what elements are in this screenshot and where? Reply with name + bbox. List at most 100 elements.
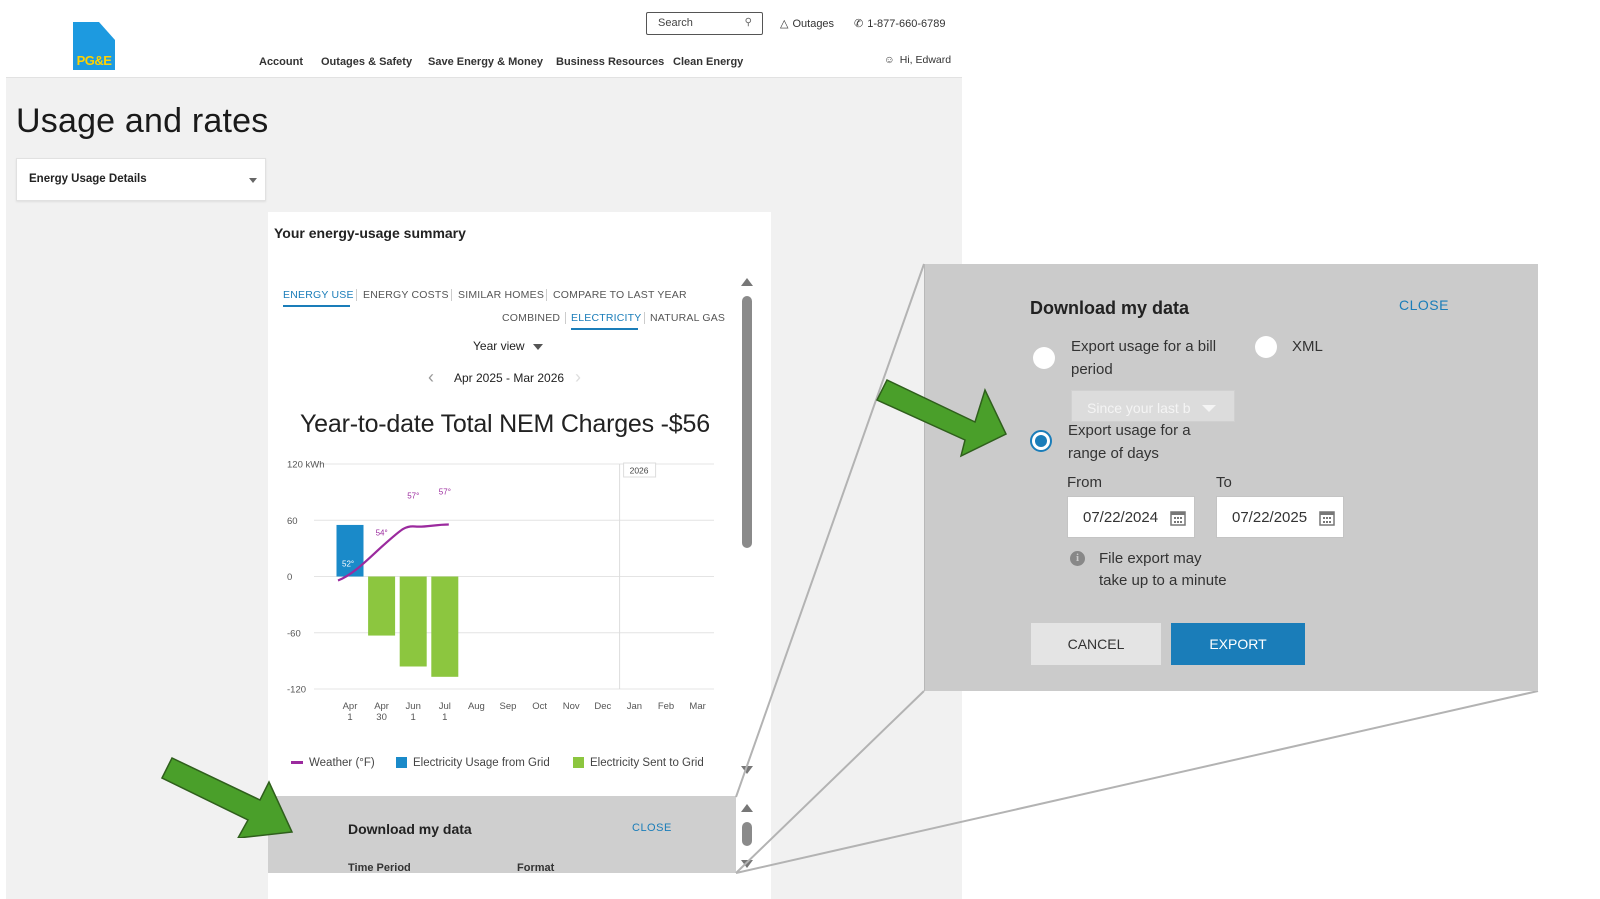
chart-heading: Year-to-date Total NEM Charges -$56 xyxy=(300,410,710,438)
tab-compare-last-year[interactable]: COMPARE TO LAST YEAR xyxy=(553,289,687,301)
x-tick-sublabel: 1 xyxy=(347,712,352,723)
nav-save-energy[interactable]: Save Energy & Money xyxy=(428,56,543,68)
chevron-down-icon xyxy=(532,343,543,350)
card-scrollbar[interactable] xyxy=(740,276,754,776)
usage-type-dropdown[interactable]: Energy Usage Details xyxy=(16,158,266,201)
weather-data-label: 57° xyxy=(439,488,451,497)
card-title: Your energy-usage summary xyxy=(274,225,466,241)
logo-text: PG&E xyxy=(76,53,112,68)
x-tick-label: Apr xyxy=(374,701,389,712)
view-select[interactable]: Year view xyxy=(473,339,543,353)
nav-outages-safety[interactable]: Outages & Safety xyxy=(321,56,412,68)
export-button[interactable]: EXPORT xyxy=(1171,623,1305,665)
user-menu[interactable]: ☺ Hi, Edward xyxy=(884,54,951,66)
scroll-thumb[interactable] xyxy=(742,296,752,548)
y-tick-label: -60 xyxy=(287,628,301,639)
x-tick-label: Feb xyxy=(658,701,674,712)
close-button-small[interactable]: CLOSE xyxy=(632,822,672,834)
outages-label: Outages xyxy=(792,18,835,30)
energy-usage-chart: 120 kWh600-60-120202652°54°57° 57°Apr1Apr… xyxy=(287,460,714,723)
x-tick-sublabel: 1 xyxy=(411,712,416,723)
bar-sent-to-grid xyxy=(399,576,427,667)
tab-natural-gas[interactable]: NATURAL GAS xyxy=(650,312,725,324)
to-label: To xyxy=(1216,474,1232,491)
search-input[interactable]: Search ⚲ xyxy=(646,12,763,35)
tab-similar-homes[interactable]: SIMILAR HOMES xyxy=(458,289,544,301)
view-select-value: Year view xyxy=(473,339,525,353)
x-tick-label: Jun xyxy=(406,701,421,712)
search-placeholder: Search xyxy=(658,17,693,29)
x-tick-label: Oct xyxy=(532,701,547,712)
range-of-days-radio[interactable] xyxy=(1030,430,1052,452)
tab-divider xyxy=(565,312,566,324)
range-of-days-label: Export usage for a range of days xyxy=(1068,422,1191,462)
tab-divider xyxy=(451,289,452,301)
close-button[interactable]: CLOSE xyxy=(1399,297,1449,313)
legend-weather-label: Weather (°F) xyxy=(309,757,375,769)
weather-data-label: 52° xyxy=(342,560,354,569)
phone-number: 1-877-660-6789 xyxy=(867,18,946,30)
download-my-data-dialog: Download my data CLOSE Export usage for … xyxy=(924,264,1538,691)
x-tick-label: Jan xyxy=(627,701,642,712)
bill-period-label: Export usage for a bill period xyxy=(1071,338,1217,378)
chevron-right-icon[interactable]: › xyxy=(575,367,581,388)
bill-period-select-value: Since your last b xyxy=(1087,400,1191,416)
calendar-icon[interactable] xyxy=(1170,510,1186,526)
scroll-thumb[interactable] xyxy=(742,822,752,846)
warning-icon: △ xyxy=(780,18,789,30)
chevron-down-icon xyxy=(249,178,257,183)
dropdown-value: Energy Usage Details xyxy=(29,173,147,185)
bill-period-radio[interactable] xyxy=(1033,347,1055,369)
bar-sent-to-grid xyxy=(431,576,459,677)
x-tick-label: Aug xyxy=(468,701,485,712)
x-tick-label: Dec xyxy=(594,701,611,712)
nav-clean-energy[interactable]: Clean Energy xyxy=(673,56,743,68)
x-tick-sublabel: 1 xyxy=(442,712,447,723)
scroll-up-icon[interactable] xyxy=(741,278,753,286)
tab-combined[interactable]: COMBINED xyxy=(502,312,560,324)
bill-period-select[interactable]: Since your last b xyxy=(1071,390,1235,422)
logo-notch xyxy=(99,22,115,40)
dialog-title: Download my data xyxy=(1030,298,1190,318)
outages-link[interactable]: △ Outages xyxy=(780,17,834,30)
legend-usage-label: Electricity Usage from Grid xyxy=(413,757,550,769)
legend-usage-from-grid: Electricity Usage from Grid xyxy=(396,757,550,769)
phone-link[interactable]: ✆ 1-877-660-6789 xyxy=(854,17,946,30)
bar-usage-from-grid xyxy=(336,524,364,577)
user-greeting: Hi, Edward xyxy=(899,54,952,66)
chevron-left-icon[interactable]: ‹ xyxy=(428,367,434,388)
tab-divider xyxy=(546,289,547,301)
panel-scrollbar[interactable] xyxy=(740,800,754,872)
tab-electricity-underline xyxy=(571,328,638,330)
phone-icon: ✆ xyxy=(854,18,864,30)
y-tick-label: 120 kWh xyxy=(287,460,325,471)
to-date-input[interactable]: 07/22/2025 xyxy=(1216,496,1344,538)
tab-energy-costs[interactable]: ENERGY COSTS xyxy=(363,289,449,301)
tab-energy-use[interactable]: ENERGY USE xyxy=(283,289,354,301)
site-header: PG&E Search ⚲ △ Outages ✆ 1-877-660-6789 A… xyxy=(6,0,962,78)
legend-sent-swatch xyxy=(573,757,584,769)
tab-electricity[interactable]: ELECTRICITY xyxy=(571,312,641,324)
legend-sent-to-grid: Electricity Sent to Grid xyxy=(573,757,704,769)
from-label: From xyxy=(1067,474,1102,491)
calendar-icon[interactable] xyxy=(1319,510,1335,526)
scroll-up-icon[interactable] xyxy=(741,804,753,812)
y-tick-label: -120 xyxy=(287,685,306,696)
scroll-down-icon[interactable] xyxy=(741,766,753,774)
info-icon: i xyxy=(1070,551,1085,566)
scroll-down-icon[interactable] xyxy=(741,860,753,868)
nav-business-resources[interactable]: Business Resources xyxy=(556,56,664,68)
tab-divider xyxy=(644,312,645,324)
cancel-button[interactable]: CANCEL xyxy=(1031,623,1161,665)
info-line-2: take up to a minute xyxy=(1099,572,1227,589)
period-label: Apr 2025 - Mar 2026 xyxy=(454,371,565,385)
nav-account[interactable]: Account xyxy=(259,56,303,68)
pge-logo[interactable]: PG&E xyxy=(73,22,115,70)
download-title-small: Download my data xyxy=(348,821,472,837)
from-date-input[interactable]: 07/22/2024 xyxy=(1067,496,1195,538)
xml-label: XML xyxy=(1292,338,1323,355)
x-tick-label: Nov xyxy=(563,701,580,712)
time-period-label: Time Period xyxy=(348,862,411,874)
legend-sent-label: Electricity Sent to Grid xyxy=(590,757,704,769)
xml-radio[interactable] xyxy=(1255,336,1277,358)
